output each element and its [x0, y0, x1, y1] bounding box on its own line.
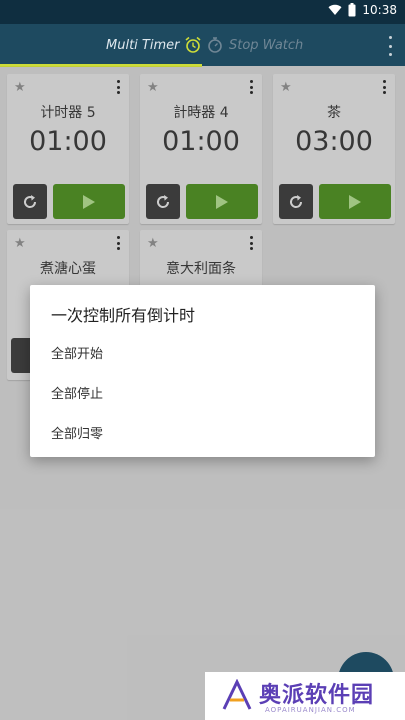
- stop-all-option[interactable]: 全部停止: [51, 383, 103, 402]
- tab-multi-timer-label: Multi Timer: [106, 37, 180, 53]
- dialog-title: 一次控制所有倒计时: [51, 306, 196, 325]
- watermark-url: AOPAIRUANJIAN.COM: [265, 706, 356, 714]
- battery-icon: [348, 3, 356, 17]
- alarm-clock-icon: [185, 36, 201, 53]
- start-all-option[interactable]: 全部开始: [51, 343, 103, 362]
- status-time: 10:38: [362, 3, 397, 17]
- control-all-dialog: 一次控制所有倒计时 全部开始 全部停止 全部归零: [30, 285, 375, 457]
- watermark: 奥派软件园 AOPAIRUANJIAN.COM: [205, 672, 405, 720]
- watermark-brand: 奥派软件园: [259, 683, 375, 708]
- tab-stop-watch[interactable]: Stop Watch: [206, 24, 303, 66]
- stopwatch-icon: [208, 37, 222, 53]
- overflow-menu-icon[interactable]: [387, 36, 393, 56]
- tab-multi-timer[interactable]: Multi Timer: [106, 24, 202, 66]
- tab-stop-watch-label: Stop Watch: [229, 37, 304, 53]
- app-bar: Multi Timer Stop Watch: [0, 24, 405, 67]
- status-bar: 10:38: [0, 0, 405, 24]
- wifi-icon: [328, 4, 342, 16]
- watermark-logo-icon: [222, 679, 252, 710]
- reset-all-option[interactable]: 全部归零: [51, 423, 103, 442]
